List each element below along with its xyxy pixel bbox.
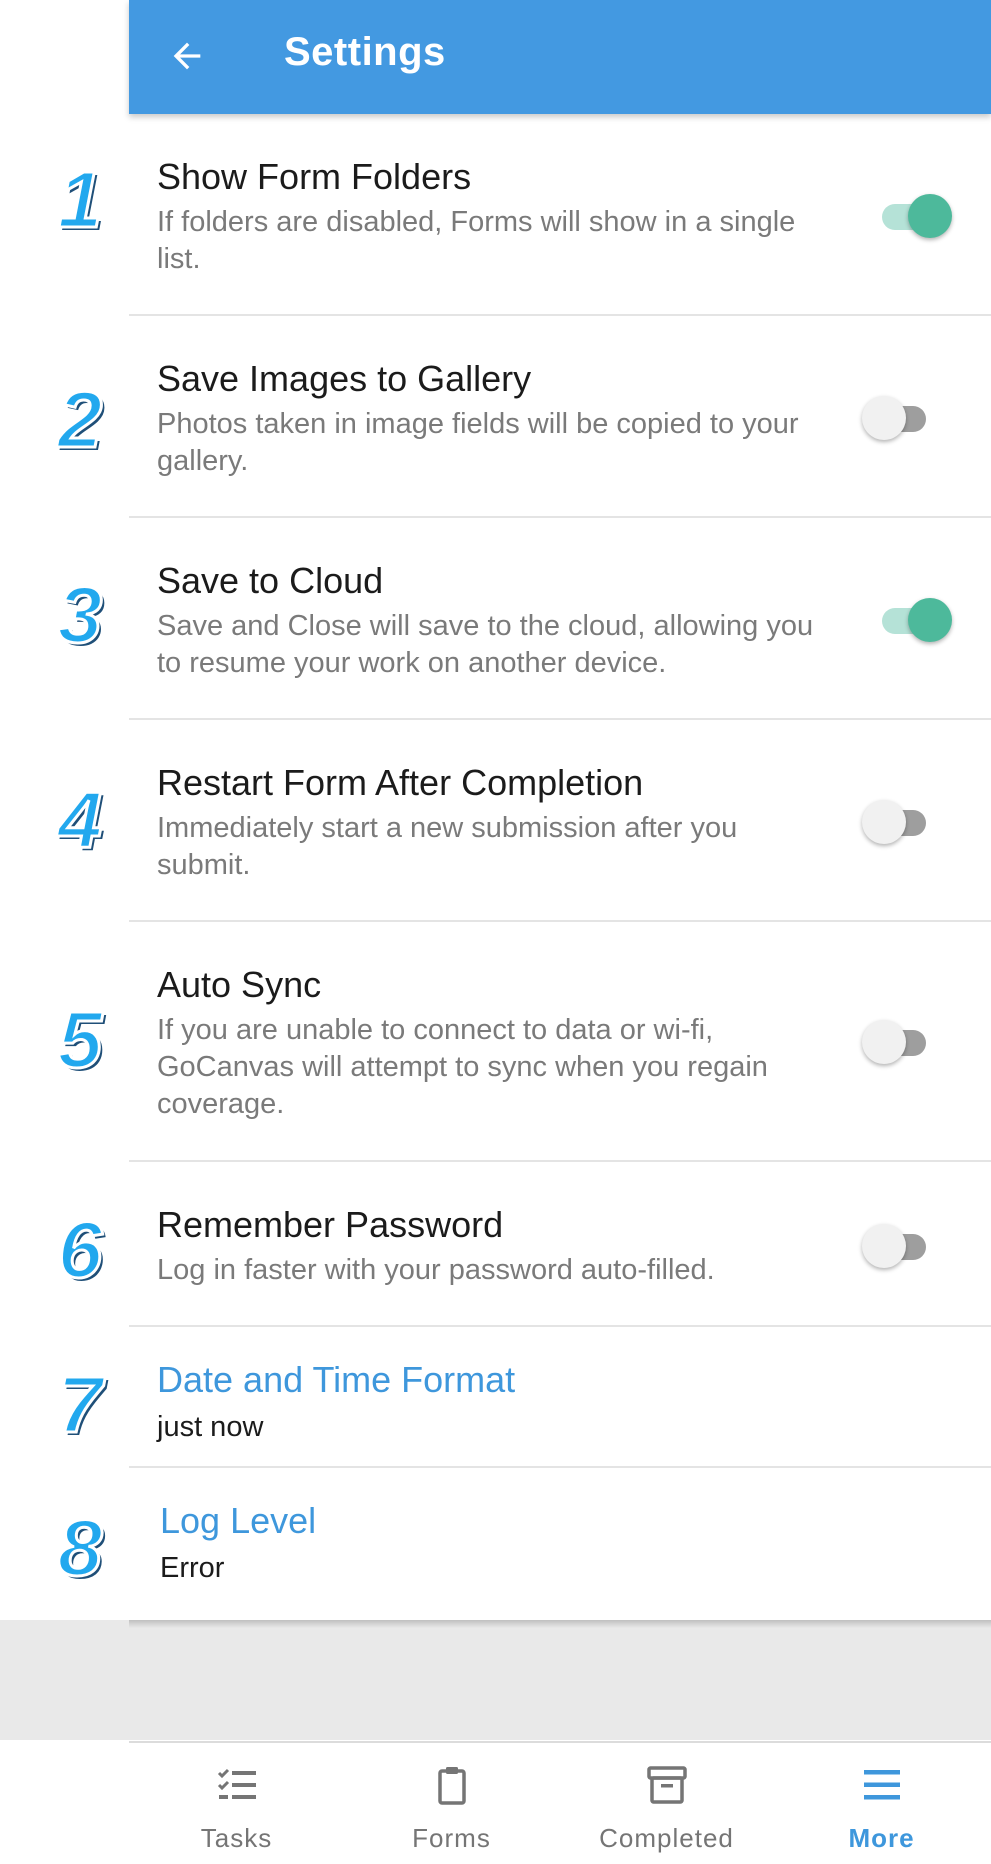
setting-description: Photos taken in image fields will be cop… xyxy=(157,408,799,477)
toggle-knob xyxy=(862,800,906,844)
setting-auto-sync[interactable]: Auto Sync If you are unable to connect t… xyxy=(129,922,991,1162)
step-number-3: 3 xyxy=(56,569,104,661)
setting-title: Save to Cloud xyxy=(157,560,384,601)
step-number-5: 5 xyxy=(56,994,104,1086)
setting-title: Restart Form After Completion xyxy=(157,762,644,803)
nav-forms[interactable]: Forms xyxy=(344,1743,559,1864)
nav-label: Completed xyxy=(599,1823,734,1853)
option-log-level[interactable]: Log Level Error xyxy=(129,1468,991,1620)
save-images-to-gallery-toggle[interactable] xyxy=(862,392,938,444)
arrow-back-icon xyxy=(173,42,201,70)
auto-sync-toggle[interactable] xyxy=(862,1016,938,1068)
toggle-knob xyxy=(908,194,952,238)
toggle-knob xyxy=(908,598,952,642)
app-bar-left-gap xyxy=(0,0,129,114)
restart-form-toggle[interactable] xyxy=(862,796,938,848)
setting-save-to-cloud[interactable]: Save to Cloud Save and Close will save t… xyxy=(129,518,991,720)
option-title: Date and Time Format xyxy=(157,1359,516,1400)
option-title: Log Level xyxy=(160,1500,317,1541)
setting-show-form-folders[interactable]: Show Form Folders If folders are disable… xyxy=(129,114,991,316)
setting-description: Immediately start a new submission after… xyxy=(157,812,738,881)
archive-icon xyxy=(646,1766,687,1804)
option-value: just now xyxy=(157,1411,264,1443)
setting-restart-form-after-completion[interactable]: Restart Form After Completion Immediatel… xyxy=(129,720,991,922)
setting-description: Save and Close will save to the cloud, a… xyxy=(157,610,814,679)
step-number-8: 8 xyxy=(56,1502,104,1594)
page-title: Settings xyxy=(284,30,446,74)
toggle-knob xyxy=(862,1224,906,1268)
setting-description: If folders are disabled, Forms will show… xyxy=(157,206,796,275)
show-form-folders-toggle[interactable] xyxy=(876,190,952,242)
nav-label: More xyxy=(848,1823,915,1853)
toggle-knob xyxy=(862,396,906,440)
app-bar: Settings xyxy=(129,0,991,114)
step-number-6: 6 xyxy=(56,1204,104,1296)
nav-tasks[interactable]: Tasks xyxy=(129,1743,344,1864)
setting-save-images-to-gallery[interactable]: Save Images to Gallery Photos taken in i… xyxy=(129,316,991,518)
remember-password-toggle[interactable] xyxy=(862,1220,938,1272)
nav-more[interactable]: More xyxy=(774,1743,989,1864)
step-number-2: 2 xyxy=(56,374,104,466)
option-value: Error xyxy=(160,1552,225,1584)
setting-description: Log in faster with your password auto-fi… xyxy=(157,1254,715,1286)
setting-title: Auto Sync xyxy=(157,964,322,1005)
back-button[interactable] xyxy=(159,28,215,84)
bottom-navigation: Tasks Forms Completed More xyxy=(129,1741,991,1864)
nav-completed[interactable]: Completed xyxy=(559,1743,774,1864)
step-number-7: 7 xyxy=(56,1359,104,1451)
clipboard-icon xyxy=(437,1767,466,1805)
setting-remember-password[interactable]: Remember Password Log in faster with you… xyxy=(129,1162,991,1327)
empty-background xyxy=(0,1620,991,1740)
setting-title: Save Images to Gallery xyxy=(157,358,532,399)
tasks-icon xyxy=(217,1768,256,1799)
setting-title: Show Form Folders xyxy=(157,156,472,197)
settings-list: Show Form Folders If folders are disable… xyxy=(129,114,991,1620)
nav-label: Tasks xyxy=(200,1823,273,1853)
nav-label: Forms xyxy=(412,1823,491,1853)
setting-description: If you are unable to connect to data or … xyxy=(157,1014,768,1120)
setting-title: Remember Password xyxy=(157,1204,504,1245)
menu-icon xyxy=(863,1770,900,1800)
step-number-1: 1 xyxy=(56,154,104,246)
save-to-cloud-toggle[interactable] xyxy=(876,594,952,646)
list-shadow xyxy=(129,1620,991,1628)
toggle-knob xyxy=(862,1020,906,1064)
step-number-4: 4 xyxy=(56,774,104,866)
option-date-time-format[interactable]: Date and Time Format just now xyxy=(129,1327,991,1468)
